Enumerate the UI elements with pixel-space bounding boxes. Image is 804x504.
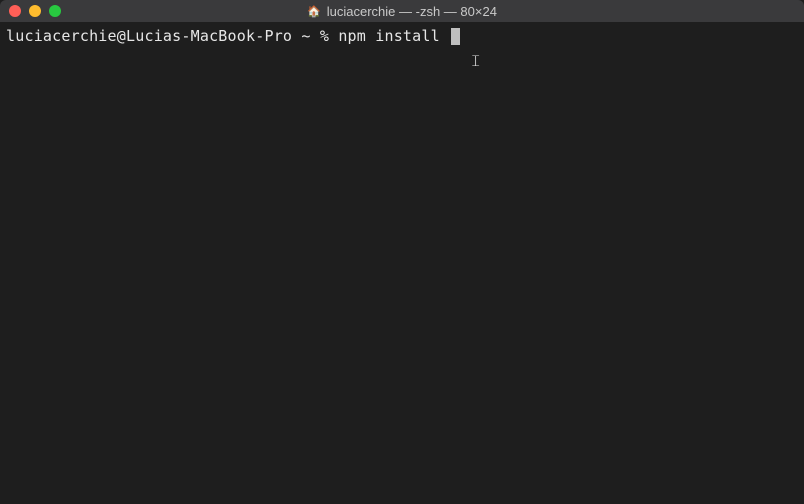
titlebar[interactable]: 🏠 luciacerchie — -zsh — 80×24 (0, 0, 804, 22)
window-title-wrap: 🏠 luciacerchie — -zsh — 80×24 (0, 4, 804, 19)
command-input[interactable]: npm install (338, 26, 449, 46)
text-cursor-ibeam: 𝙸 (470, 52, 481, 72)
minimize-button[interactable] (29, 5, 41, 17)
zoom-button[interactable] (49, 5, 61, 17)
window-title: luciacerchie — -zsh — 80×24 (327, 4, 497, 19)
close-button[interactable] (9, 5, 21, 17)
shell-prompt: luciacerchie@Lucias-MacBook-Pro ~ % (6, 26, 338, 46)
home-icon: 🏠 (307, 6, 321, 17)
terminal-line: luciacerchie@Lucias-MacBook-Pro ~ % npm … (6, 26, 798, 46)
terminal-viewport[interactable]: luciacerchie@Lucias-MacBook-Pro ~ % npm … (0, 22, 804, 504)
traffic-lights (0, 5, 61, 17)
block-cursor (451, 28, 460, 45)
